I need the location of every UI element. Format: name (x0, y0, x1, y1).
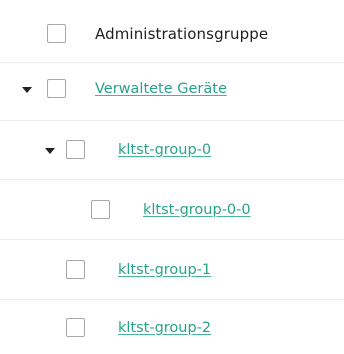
tree-row-kltst-group-0: kltst-group-0 (0, 121, 344, 180)
expand-arrow-icon[interactable] (45, 148, 55, 154)
tree-row-kltst-group-1: kltst-group-1 (0, 240, 344, 300)
row-checkbox[interactable] (66, 318, 85, 337)
group-link[interactable]: Verwaltete Geräte (95, 80, 227, 98)
column-header-label: Administrationsgruppe (95, 25, 269, 43)
group-link[interactable]: kltst-group-0-0 (143, 201, 251, 219)
tree-row-kltst-group-0-0: kltst-group-0-0 (0, 180, 344, 240)
group-link[interactable]: kltst-group-1 (118, 261, 211, 279)
select-all-checkbox[interactable] (47, 24, 66, 43)
expand-arrow-icon[interactable] (22, 87, 32, 93)
tree-header-row: Administrationsgruppe (0, 3, 344, 63)
row-checkbox[interactable] (47, 79, 66, 98)
group-link[interactable]: kltst-group-2 (118, 319, 211, 337)
group-link[interactable]: kltst-group-0 (118, 141, 211, 159)
row-checkbox[interactable] (66, 140, 85, 159)
group-tree: Administrationsgruppe Verwaltete Geräte … (0, 0, 344, 354)
row-checkbox[interactable] (91, 200, 110, 219)
tree-row-verwaltete-geraete: Verwaltete Geräte (0, 60, 344, 121)
tree-row-kltst-group-2: kltst-group-2 (0, 300, 344, 354)
row-checkbox[interactable] (66, 260, 85, 279)
